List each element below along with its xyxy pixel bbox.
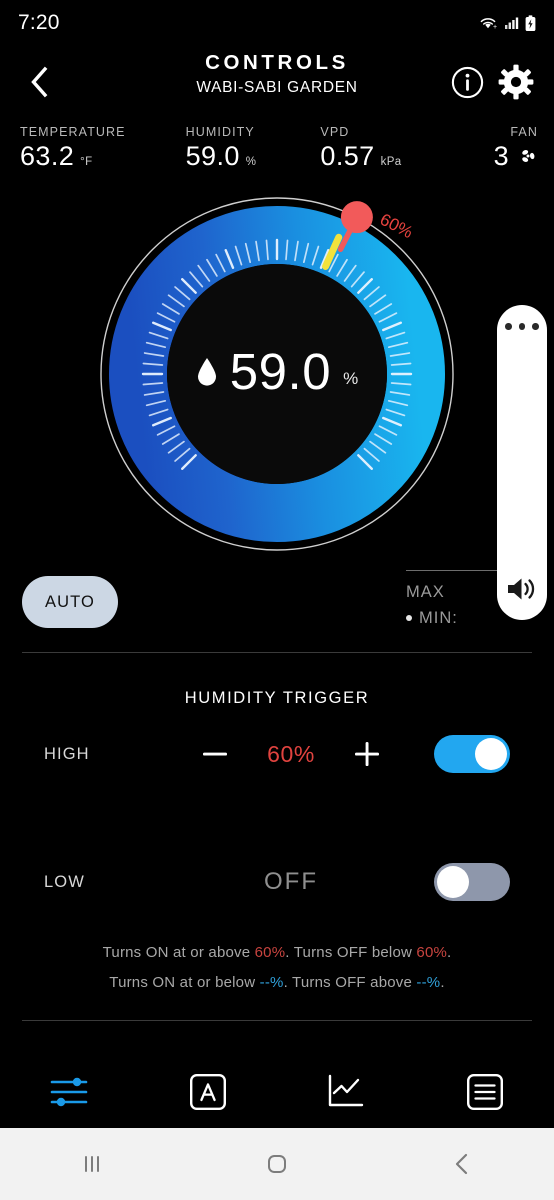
stat-value: 59.0 [186, 140, 240, 172]
low-trigger-toggle[interactable] [434, 863, 510, 901]
chart-line-icon [326, 1073, 366, 1111]
desc-text: . Turns OFF below [285, 944, 416, 961]
nav-auto-tab[interactable] [139, 1056, 278, 1128]
stat-value: 3 [494, 140, 509, 172]
plus-icon [352, 739, 382, 769]
stat-unit: % [246, 156, 257, 168]
trigger-low-label: LOW [44, 873, 148, 892]
water-droplet-icon [196, 357, 218, 387]
android-home-button[interactable] [185, 1149, 370, 1179]
high-trigger-toggle[interactable] [434, 735, 510, 773]
stat-label: HUMIDITY [186, 124, 257, 140]
desc-high-off: 60% [416, 944, 447, 961]
desc-text: Turns ON at or below [109, 974, 259, 991]
header-actions [451, 64, 538, 100]
battery-charging-icon [525, 15, 536, 32]
desc-text: Turns ON at or above [103, 944, 255, 961]
stat-vpd: VPD 0.57 kPa [320, 124, 401, 172]
stat-humidity: HUMIDITY 59.0 % [186, 124, 257, 172]
stat-value: 63.2 [20, 140, 74, 172]
desc-text: . [447, 944, 451, 961]
low-stepper: OFF [148, 868, 434, 896]
gear-icon [498, 64, 534, 100]
trigger-row-high: HIGH 60% [0, 708, 554, 800]
toggle-knob [437, 866, 469, 898]
more-dots-icon[interactable] [505, 323, 539, 330]
trigger-description: Turns ON at or above 60%. Turns OFF belo… [0, 928, 554, 998]
menu-list-icon [466, 1073, 504, 1111]
description-line-low: Turns ON at or below --%. Turns OFF abov… [0, 968, 554, 998]
high-decrement-button[interactable] [187, 726, 243, 782]
description-line-high: Turns ON at or above 60%. Turns OFF belo… [0, 938, 554, 968]
system-status-bar: 7:20 + [0, 0, 554, 46]
minus-icon [200, 739, 230, 769]
gauge-center-readout: 59.0 % [0, 346, 554, 398]
nav-controls-tab[interactable] [0, 1056, 139, 1128]
section-divider-bottom [22, 1020, 532, 1021]
dot [519, 323, 526, 330]
high-stepper: 60% [148, 726, 434, 782]
bottom-navigation [0, 1056, 554, 1128]
nav-chart-tab[interactable] [277, 1056, 416, 1128]
trigger-row-low: LOW OFF [0, 836, 554, 928]
min-bullet-icon [406, 615, 412, 621]
trigger-section-title: HUMIDITY TRIGGER [0, 653, 554, 708]
home-icon [262, 1149, 292, 1179]
gauge-setpoint-label: 60% [377, 210, 416, 242]
low-threshold-value[interactable]: OFF [243, 868, 339, 896]
high-increment-button[interactable] [339, 726, 395, 782]
android-system-nav [0, 1128, 554, 1200]
sensor-stats-bar: TEMPERATURE 63.2 °F HUMIDITY 59.0 % VPD … [0, 118, 554, 184]
android-recents-button[interactable] [0, 1149, 185, 1179]
dot [505, 323, 512, 330]
status-icons: + [479, 15, 536, 32]
desc-low-off: --% [416, 974, 440, 991]
android-back-button[interactable] [369, 1149, 554, 1179]
min-label: MIN: [419, 605, 458, 631]
app-root: 7:20 + [0, 0, 554, 1200]
stat-label: VPD [320, 124, 401, 140]
status-clock: 7:20 [18, 11, 60, 35]
high-threshold-value[interactable]: 60% [243, 741, 339, 768]
svg-text:+: + [493, 24, 497, 31]
chevron-left-icon [26, 65, 52, 99]
desc-low-on: --% [260, 974, 284, 991]
trigger-high-label: HIGH [44, 745, 148, 764]
cellular-signal-icon [504, 15, 520, 31]
nav-menu-tab[interactable] [416, 1056, 554, 1128]
settings-button[interactable] [498, 64, 534, 100]
info-button[interactable] [451, 66, 484, 99]
recents-icon [77, 1149, 107, 1179]
gauge-unit: % [343, 369, 358, 389]
stat-label: TEMPERATURE [20, 124, 126, 140]
stat-label: FAN [510, 124, 538, 140]
stat-value: 0.57 [320, 140, 374, 172]
wifi-icon: + [479, 15, 499, 31]
controls-sliders-icon [48, 1075, 90, 1109]
volume-speaker-icon[interactable] [505, 574, 539, 604]
stat-temperature: TEMPERATURE 63.2 °F [20, 124, 126, 172]
row-spacer [0, 800, 554, 836]
auto-mode-button[interactable]: AUTO [22, 576, 118, 628]
desc-text: . Turns OFF above [284, 974, 417, 991]
toggle-knob [475, 738, 507, 770]
desc-text: . [440, 974, 444, 991]
info-circle-icon [451, 66, 484, 99]
fan-icon [518, 146, 538, 166]
desc-high-on: 60% [255, 944, 286, 961]
stat-fan: FAN 3 [494, 124, 538, 172]
page-header: CONTROLS WABI-SABI GARDEN [0, 46, 554, 118]
stat-unit: °F [80, 156, 92, 168]
gauge-value: 59.0 [230, 346, 331, 398]
auto-a-box-icon [189, 1073, 227, 1111]
back-button[interactable] [16, 59, 62, 105]
volume-slider-overlay[interactable] [497, 305, 547, 620]
back-icon [447, 1149, 477, 1179]
dot [532, 323, 539, 330]
humidity-gauge[interactable]: 60% 59.0 % [0, 184, 554, 564]
mode-row: AUTO MAX MIN: [0, 564, 554, 652]
stat-unit: kPa [381, 156, 402, 168]
